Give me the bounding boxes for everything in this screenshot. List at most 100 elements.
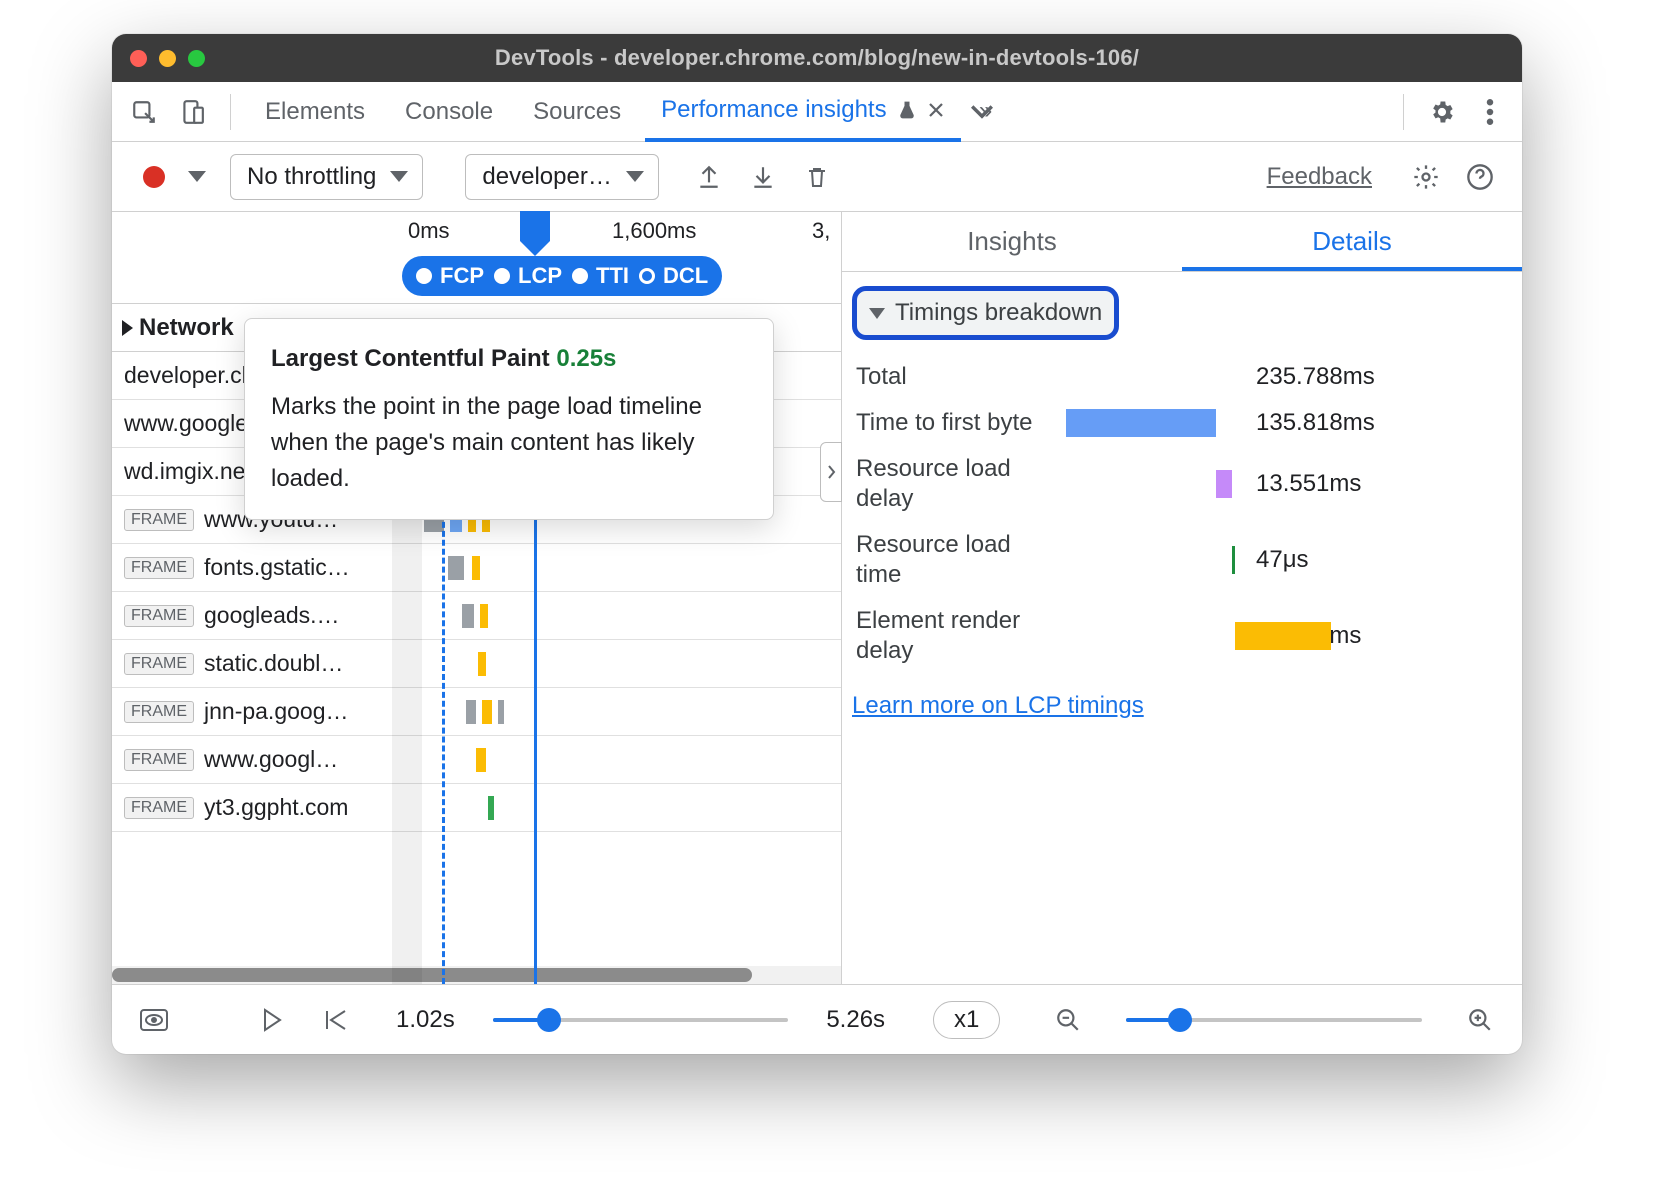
timeline-tick: 0ms <box>408 218 450 244</box>
network-row[interactable]: FRAME yt3.ggpht.com <box>112 784 841 832</box>
total-time: 5.26s <box>826 1006 885 1034</box>
horizontal-scrollbar[interactable] <box>112 966 841 984</box>
timing-label: Element render delay <box>856 606 1056 666</box>
record-button[interactable] <box>134 157 174 197</box>
device-toggle-icon[interactable] <box>172 92 212 132</box>
current-time: 1.02s <box>396 1006 455 1034</box>
tab-label: Elements <box>265 98 365 126</box>
import-icon[interactable] <box>743 157 783 197</box>
window-title: DevTools - developer.chrome.com/blog/new… <box>130 45 1504 71</box>
timing-row: Resource load delay 13.551ms <box>852 446 1502 522</box>
chevron-down-icon <box>390 171 408 182</box>
network-host: www.googl… <box>204 746 338 773</box>
marker-lcp[interactable]: LCP <box>494 263 562 289</box>
target-dropdown[interactable]: developer… <box>465 154 658 200</box>
delete-icon[interactable] <box>797 157 837 197</box>
throttling-dropdown[interactable]: No throttling <box>230 154 423 200</box>
gear-icon[interactable] <box>1406 157 1446 197</box>
playhead[interactable] <box>520 211 550 241</box>
breakdown-title: Timings breakdown <box>895 299 1102 327</box>
settings-icon[interactable] <box>1422 92 1462 132</box>
export-icon[interactable] <box>689 157 729 197</box>
timing-bar <box>1216 470 1232 498</box>
help-icon[interactable] <box>1460 157 1500 197</box>
window-controls <box>130 50 205 67</box>
frame-tag: FRAME <box>124 653 194 675</box>
devtools-window: DevTools - developer.chrome.com/blog/new… <box>112 34 1522 1054</box>
kebab-menu-icon[interactable] <box>1470 92 1510 132</box>
side-panel: Insights Details Timings breakdown Total… <box>842 212 1522 984</box>
network-host: yt3.ggpht.com <box>204 794 348 821</box>
details-body: Timings breakdown Total235.788ms Time to … <box>842 272 1522 984</box>
timing-value: 13.551ms <box>1256 470 1498 498</box>
close-window-button[interactable] <box>130 50 147 67</box>
tab-elements[interactable]: Elements <box>249 82 381 142</box>
timing-bar <box>1066 409 1216 437</box>
frame-tag: FRAME <box>124 605 194 627</box>
learn-more-link[interactable]: Learn more on LCP timings <box>852 692 1144 720</box>
rewind-button[interactable] <box>316 1000 356 1040</box>
network-host: fonts.gstatic… <box>204 554 350 581</box>
slider-knob[interactable] <box>1168 1008 1192 1032</box>
more-tabs-icon[interactable]: » <box>969 92 1009 132</box>
marker-tti[interactable]: TTI <box>572 263 629 289</box>
timeline-ruler[interactable]: 0ms 1,600ms 3, FCP LCP TTI DCL <box>112 212 841 304</box>
feedback-link[interactable]: Feedback <box>1267 163 1372 191</box>
frame-tag: FRAME <box>124 797 194 819</box>
network-row[interactable]: FRAMEfonts.gstatic… <box>112 544 841 592</box>
tab-insights[interactable]: Insights <box>842 212 1182 271</box>
tab-label: Performance insights <box>661 96 886 124</box>
marker-fcp[interactable]: FCP <box>416 263 484 289</box>
chevron-down-icon <box>869 308 885 319</box>
divider <box>1403 94 1404 130</box>
throttling-value: No throttling <box>247 163 376 191</box>
scrollbar-thumb[interactable] <box>112 968 752 982</box>
timing-label: Resource load delay <box>856 454 1056 514</box>
marker-pills: FCP LCP TTI DCL <box>402 256 722 296</box>
timing-row: Element render delay86.372ms <box>852 598 1502 674</box>
collapse-sidepanel-button[interactable] <box>820 442 842 502</box>
main-tabbar: Elements Console Sources Performance ins… <box>112 82 1522 142</box>
zoom-in-icon[interactable] <box>1460 1000 1500 1040</box>
minimize-window-button[interactable] <box>159 50 176 67</box>
close-tab-icon[interactable] <box>927 101 945 119</box>
left-pane: 0ms 1,600ms 3, FCP LCP TTI DCL Network <box>112 212 842 984</box>
tab-details[interactable]: Details <box>1182 212 1522 271</box>
network-row[interactable]: FRAMEwww.googl… <box>112 736 841 784</box>
record-menu-caret[interactable] <box>188 171 206 182</box>
play-button[interactable] <box>252 1000 292 1040</box>
frame-tag: FRAME <box>124 701 194 723</box>
tooltip-value: 0.25s <box>556 345 616 372</box>
inspect-element-icon[interactable] <box>124 92 164 132</box>
timing-label: Time to first byte <box>856 408 1056 438</box>
tab-label: Sources <box>533 98 621 126</box>
timeline-tick: 3, <box>812 218 830 244</box>
timings-breakdown-header[interactable]: Timings breakdown <box>852 286 1119 340</box>
network-host: googleads.… <box>204 602 340 629</box>
timeline-tick: 1,600ms <box>612 218 696 244</box>
slider-knob[interactable] <box>537 1008 561 1032</box>
zoom-slider[interactable] <box>1126 1018 1422 1022</box>
sidepanel-tabs: Insights Details <box>842 212 1522 272</box>
maximize-window-button[interactable] <box>188 50 205 67</box>
section-title: Network <box>139 314 234 342</box>
tab-console[interactable]: Console <box>389 82 509 142</box>
tab-sources[interactable]: Sources <box>517 82 637 142</box>
timeline-slider[interactable] <box>493 1018 789 1022</box>
preview-toggle-icon[interactable] <box>134 1000 174 1040</box>
lcp-tooltip: Largest Contentful Paint 0.25s Marks the… <box>244 318 774 520</box>
tab-label: Console <box>405 98 493 126</box>
network-row[interactable]: FRAMEjnn-pa.goog… <box>112 688 841 736</box>
network-row[interactable]: FRAMEstatic.doubl… <box>112 640 841 688</box>
chevron-down-icon <box>626 171 644 182</box>
marker-dcl[interactable]: DCL <box>639 263 708 289</box>
zoom-out-icon[interactable] <box>1048 1000 1088 1040</box>
frame-tag: FRAME <box>124 509 194 531</box>
expand-icon <box>122 320 133 336</box>
tab-performance-insights[interactable]: Performance insights <box>645 82 960 142</box>
speed-pill[interactable]: x1 <box>933 1001 1000 1039</box>
tooltip-title: Largest Contentful Paint 0.25s <box>271 341 747 377</box>
timing-row: Total235.788ms <box>852 354 1502 400</box>
network-row[interactable]: FRAME googleads.… <box>112 592 841 640</box>
timing-bar <box>1235 622 1331 650</box>
